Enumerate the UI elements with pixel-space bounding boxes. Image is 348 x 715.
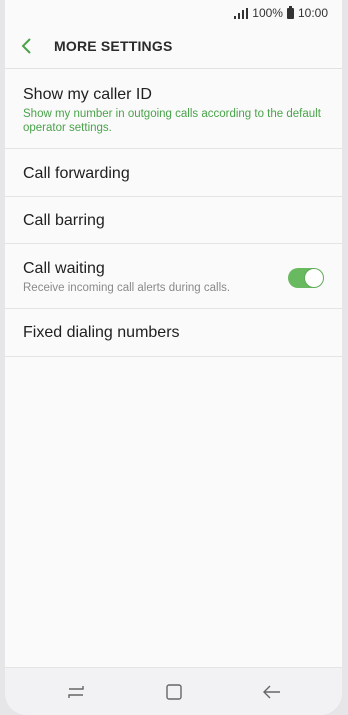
setting-title: Call waiting — [23, 260, 105, 277]
setting-fixed-dialing-numbers[interactable]: Fixed dialing numbers — [5, 309, 342, 357]
page-title: MORE SETTINGS — [54, 38, 173, 54]
recents-button[interactable] — [65, 681, 87, 703]
home-icon — [166, 684, 182, 700]
home-button[interactable] — [163, 681, 185, 703]
setting-call-forwarding[interactable]: Call forwarding — [5, 149, 342, 197]
setting-call-waiting[interactable]: Call waiting Receive incoming call alert… — [5, 244, 342, 309]
signal-bars-icon — [234, 7, 249, 19]
setting-title: Fixed dialing numbers — [23, 324, 180, 341]
status-indicators: 100% 10:00 — [234, 5, 328, 20]
status-bar: 100% 10:00 — [5, 0, 342, 26]
app-header: MORE SETTINGS — [5, 26, 342, 68]
setting-subtitle: Receive incoming call alerts during call… — [23, 282, 231, 294]
navigation-bar — [5, 667, 342, 715]
battery-percent: 100% — [252, 6, 283, 20]
back-arrow-icon — [263, 685, 280, 699]
battery-icon — [286, 5, 294, 19]
call-waiting-toggle[interactable] — [288, 268, 324, 288]
setting-call-barring[interactable]: Call barring — [5, 197, 342, 244]
setting-show-caller-id[interactable]: Show my caller ID Show my number in outg… — [5, 69, 342, 149]
setting-title: Call barring — [23, 212, 105, 229]
recents-icon — [68, 686, 84, 698]
setting-title: Call forwarding — [23, 165, 130, 182]
screen: 100% 10:00 MORE SETTINGS Show my caller … — [5, 0, 342, 715]
settings-list: Show my caller ID Show my number in outg… — [5, 69, 342, 357]
device-frame: 100% 10:00 MORE SETTINGS Show my caller … — [0, 0, 348, 715]
clock-time: 10:00 — [297, 6, 328, 20]
back-button[interactable] — [15, 34, 39, 58]
chevron-left-icon — [21, 38, 31, 54]
toggle-knob — [305, 269, 323, 287]
setting-title: Show my caller ID — [23, 86, 152, 103]
back-nav-button[interactable] — [261, 681, 283, 703]
setting-subtitle: Show my number in outgoing calls accordi… — [23, 108, 321, 134]
